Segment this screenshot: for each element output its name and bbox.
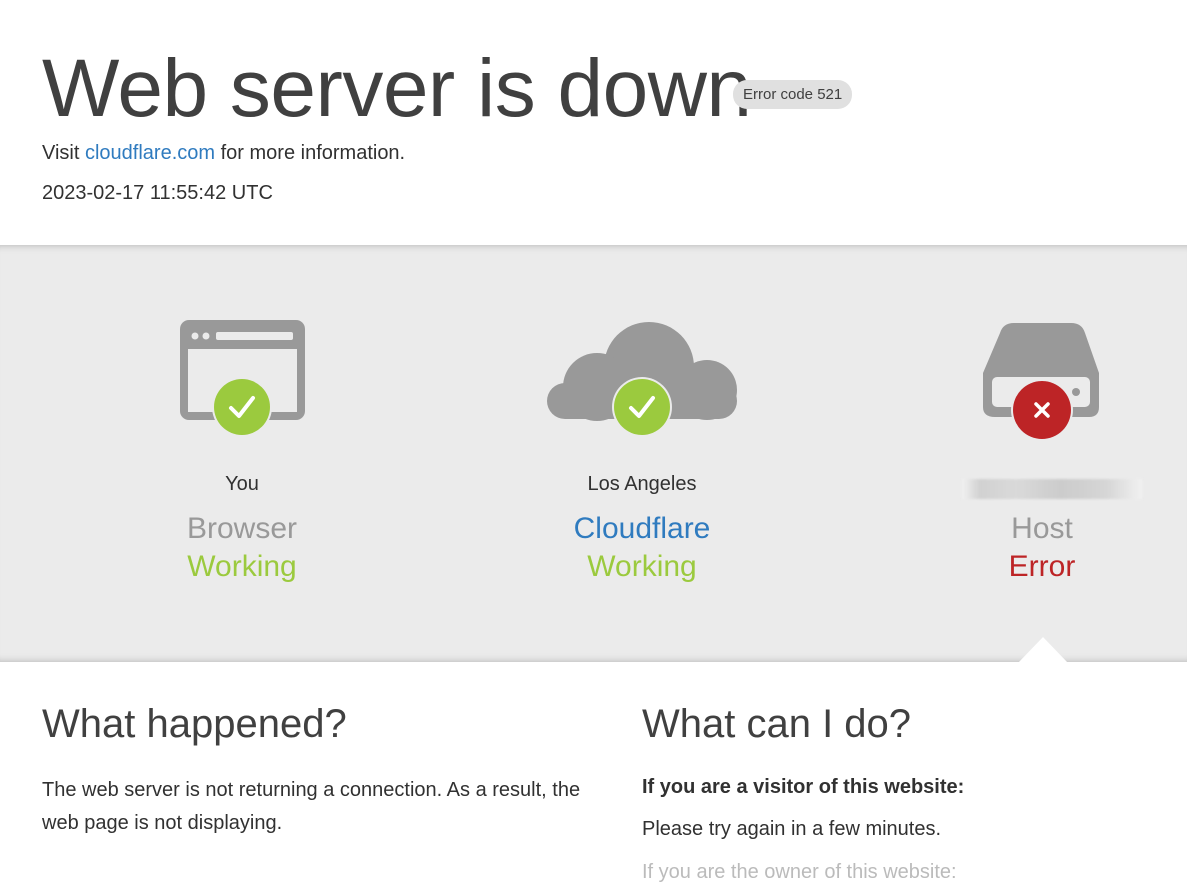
active-node-pointer (1018, 637, 1068, 663)
node-status: Error (1008, 550, 1076, 583)
server-drive-icon (983, 323, 1099, 441)
node-name: Cloudflare (573, 512, 711, 545)
x-icon (1011, 379, 1073, 441)
visitor-heading: If you are a visitor of this website: (642, 776, 965, 798)
node-status: Working (587, 550, 697, 583)
visit-prefix: Visit (42, 142, 85, 164)
timestamp: 2023-02-17 11:55:42 UTC (42, 182, 273, 204)
info-section: What happened? The web server is not ret… (0, 662, 1187, 883)
node-name: Host (1011, 512, 1073, 545)
what-happened-heading: What happened? (42, 702, 347, 746)
cloud-icon (547, 322, 737, 437)
node-location: You (225, 473, 259, 495)
check-icon (612, 377, 672, 437)
redacted-host-location (962, 479, 1142, 499)
what-can-i-do-heading: What can I do? (642, 702, 912, 746)
what-happened-text: The web server is not returning a connec… (42, 779, 581, 834)
status-band: You Browser Working Los Angeles Cloudfla… (0, 245, 1187, 662)
node-cloudflare: Los Angeles Cloudflare Working (462, 245, 822, 662)
node-name: Browser (186, 512, 298, 545)
owner-heading-cut: If you are the owner of this website: (642, 861, 957, 883)
node-host: Host Error (862, 245, 1187, 662)
visit-suffix: for more information. (215, 142, 406, 164)
page-title: Web server is down (42, 43, 752, 134)
visitor-text: Please try again in a few minutes. (642, 818, 942, 840)
check-icon (212, 377, 272, 437)
browser-window-icon (180, 320, 305, 437)
visit-line: Visit cloudflare.com for more informatio… (42, 140, 405, 166)
node-location: Los Angeles (587, 473, 697, 495)
page-header: Web server is down Error code 521 Visit … (0, 0, 1187, 245)
cloudflare-link[interactable]: cloudflare.com (85, 142, 215, 164)
error-code-badge: Error code 521 (733, 80, 853, 109)
node-browser: You Browser Working (62, 245, 422, 662)
node-status: Working (187, 550, 297, 583)
